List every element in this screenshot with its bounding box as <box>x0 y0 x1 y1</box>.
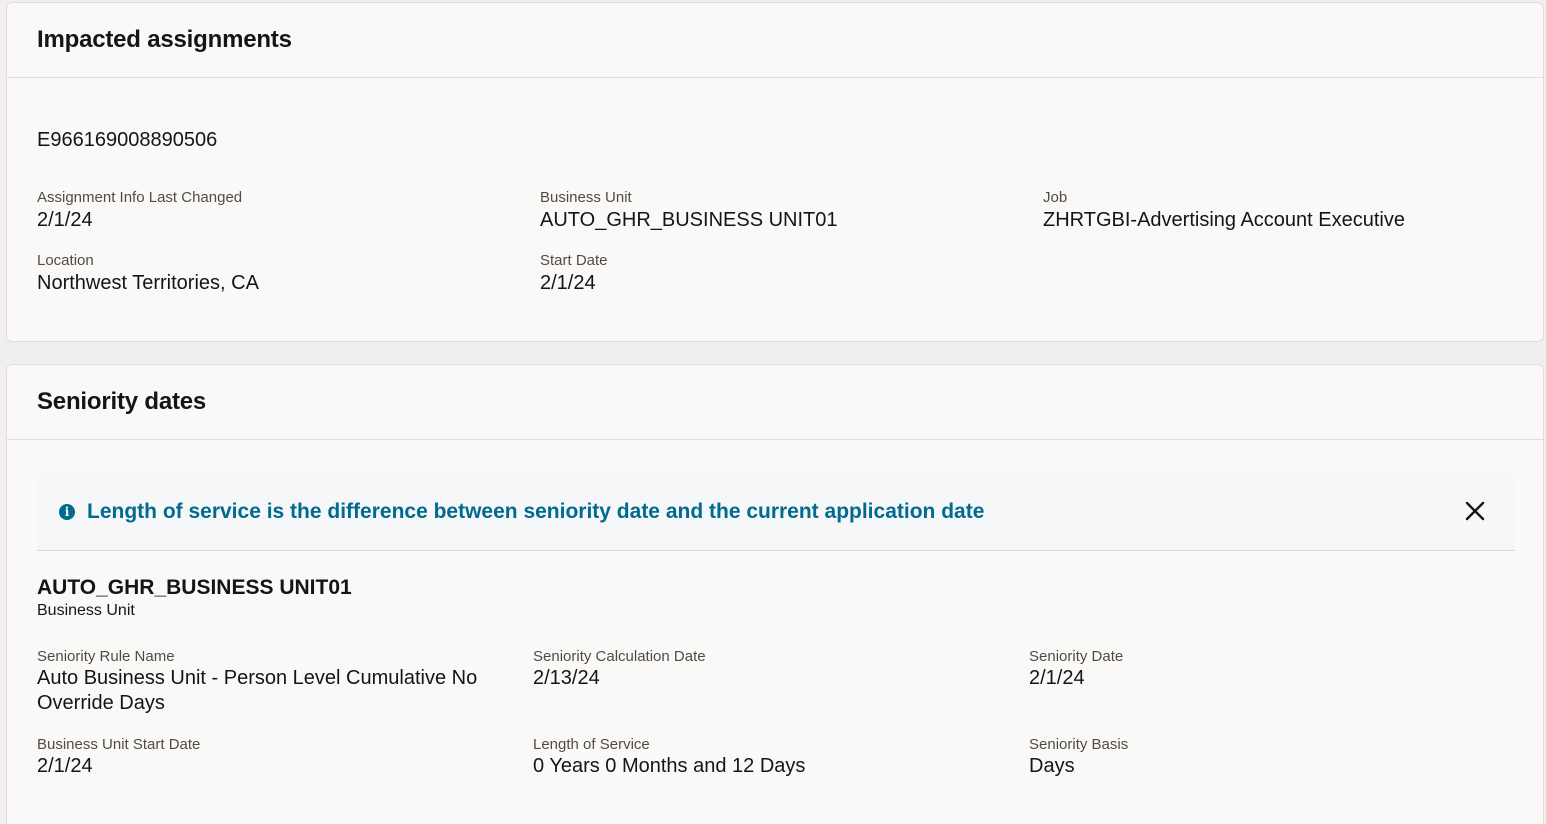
info-changed-label: Assignment Info Last Changed <box>37 189 243 206</box>
assignment-number: E966169008890506 <box>37 129 218 151</box>
seniority-date-label: Seniority Date <box>1029 648 1124 665</box>
seniority-dates-title: Seniority dates <box>37 388 207 415</box>
start-date-value: 2/1/24 <box>540 272 596 294</box>
info-changed-value: 2/1/24 <box>37 209 93 231</box>
job-value: ZHRTGBI-Advertising Account Executive <box>1043 209 1405 231</box>
seniority-section-subtitle: Business Unit <box>37 602 135 619</box>
seniority-basis-value: Days <box>1029 755 1075 777</box>
info-banner-text: Length of service is the difference betw… <box>87 500 985 523</box>
impacted-assignments-card: Impacted assignments E966169008890506 As… <box>6 2 1544 342</box>
info-banner: i Length of service is the difference be… <box>37 473 1515 551</box>
impacted-assignments-header: Impacted assignments <box>7 3 1543 78</box>
location-label: Location <box>37 252 94 269</box>
seniority-dates-header: Seniority dates <box>7 365 1543 440</box>
bu-start-date-value: 2/1/24 <box>37 755 93 777</box>
business-unit-label: Business Unit <box>540 189 632 206</box>
length-of-service-value: 0 Years 0 Months and 12 Days <box>533 755 806 777</box>
rule-name-label: Seniority Rule Name <box>37 648 175 665</box>
impacted-assignments-title: Impacted assignments <box>37 26 292 53</box>
bu-start-date-label: Business Unit Start Date <box>37 736 201 753</box>
job-label: Job <box>1043 189 1068 206</box>
length-of-service-label: Length of Service <box>533 736 650 753</box>
business-unit-value: AUTO_GHR_BUSINESS UNIT01 <box>540 209 838 231</box>
rule-name-value: Auto Business Unit - Person Level Cumula… <box>37 667 478 714</box>
seniority-section-name: AUTO_GHR_BUSINESS UNIT01 <box>37 576 352 599</box>
location-value: Northwest Territories, CA <box>37 272 259 294</box>
calc-date-value: 2/13/24 <box>533 667 600 689</box>
start-date-label: Start Date <box>540 252 608 269</box>
seniority-date-value: 2/1/24 <box>1029 667 1085 689</box>
seniority-basis-label: Seniority Basis <box>1029 736 1129 753</box>
close-icon <box>1465 501 1485 521</box>
close-banner-button[interactable] <box>1457 493 1493 529</box>
info-icon: i <box>59 504 75 520</box>
calc-date-label: Seniority Calculation Date <box>533 648 706 665</box>
seniority-dates-card: Seniority dates i Length of service is t… <box>6 364 1544 824</box>
